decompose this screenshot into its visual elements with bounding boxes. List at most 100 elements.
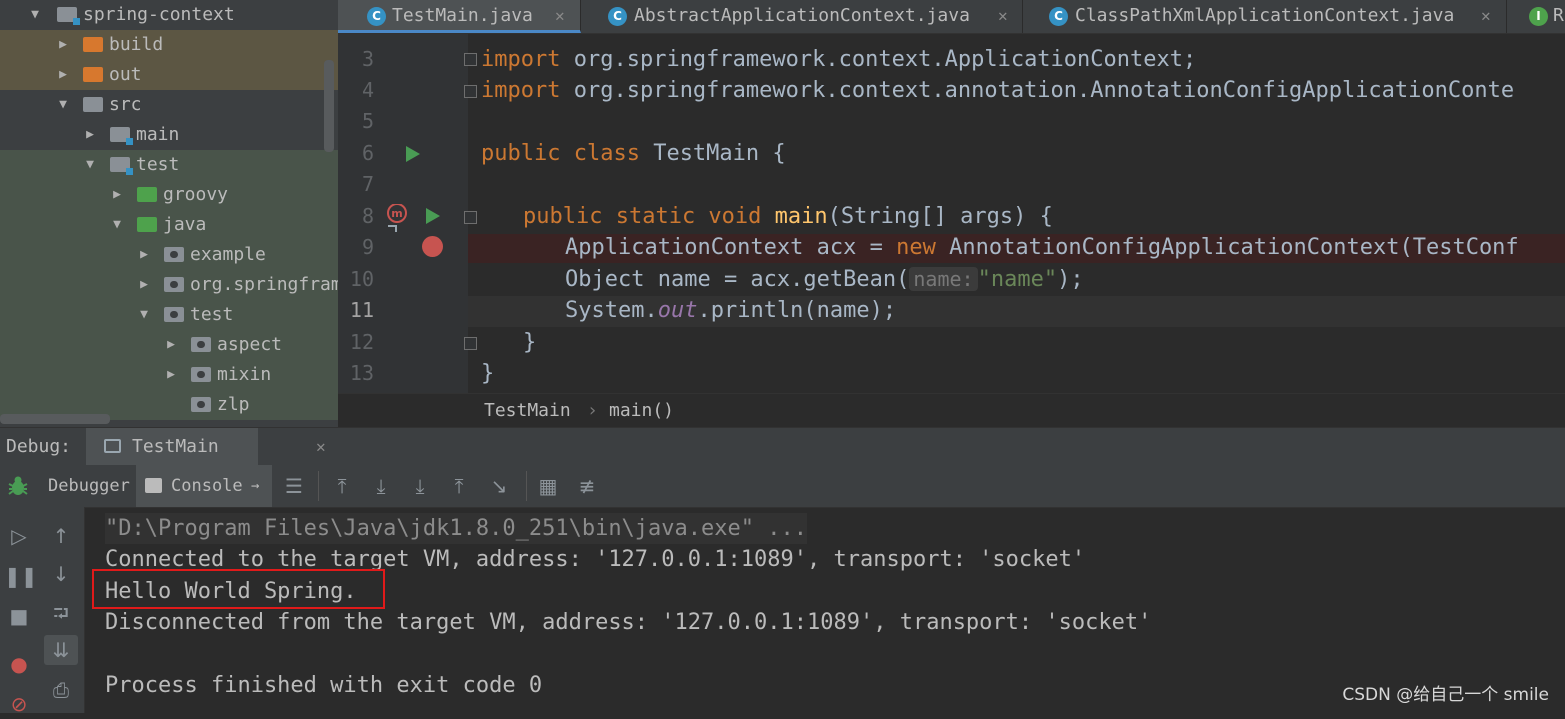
console-action-strip: ↑ ↓ ⮒ ⇊ ⎙ [38,507,85,713]
debug-bug-icon [8,476,28,495]
tab-debugger[interactable]: Debugger [40,465,134,507]
tab-testmain-java[interactable]: C TestMain.java ✕ [338,0,581,33]
evaluate-expression-icon[interactable]: ▦ [535,473,561,499]
fold-icon[interactable] [464,211,477,224]
code-line-current[interactable]: System.out.println(name); [565,295,896,326]
menu-icon[interactable]: ☰ [281,473,307,499]
class-icon: C [367,7,386,26]
tab-truncated[interactable]: I R [1507,0,1565,33]
resume-icon[interactable]: ▷ [4,521,34,551]
close-icon[interactable]: ✕ [998,0,1008,32]
tree-item-org-springframework[interactable]: ▶ org.springframew [0,270,338,300]
run-class-icon[interactable] [406,146,420,162]
tree-vertical-scrollbar[interactable] [324,60,334,152]
mute-breakpoints-icon[interactable]: ⊘ [4,689,34,719]
scroll-to-end-icon[interactable]: ⇊ [44,635,78,665]
code-text: ); [1057,267,1084,292]
chevron-right-icon[interactable]: ▶ [56,60,70,90]
tree-item-spring-context[interactable]: ▼ spring-context [0,0,338,30]
chevron-down-icon[interactable]: ▼ [28,0,42,30]
tree-horizontal-scrollbar[interactable] [0,414,110,424]
fold-icon[interactable] [464,85,477,98]
chevron-right-icon[interactable]: ▶ [137,240,151,270]
chevron-right-icon[interactable]: ▶ [137,270,151,300]
breadcrumb-method[interactable]: main() [609,394,674,428]
source-folder-icon [110,127,133,145]
chevron-down-icon[interactable]: ▼ [83,150,97,180]
tree-item-test-package[interactable]: ▼ test [0,300,338,330]
breadcrumb-class[interactable]: TestMain [484,394,571,428]
run-main-icon[interactable] [426,208,440,224]
code-text: (String[] args) { [827,204,1053,229]
close-icon[interactable]: ✕ [1481,0,1491,32]
pin-arrow-icon[interactable]: → [251,465,259,507]
pause-icon[interactable]: ❚❚ [4,561,38,591]
chevron-right-icon[interactable]: ▶ [110,180,124,210]
code-editor[interactable]: 3 4 5 6 7 8 9 10 11 12 13 m import org.s… [338,34,1565,393]
run-to-cursor-icon[interactable]: ↘ [486,473,512,499]
tree-item-java[interactable]: ▼ java [0,210,338,240]
chevron-down-icon[interactable]: ▼ [110,210,124,240]
code-line[interactable]: import org.springframework.context.Appli… [481,44,1196,75]
debug-title: Debug: [6,436,72,457]
console-line: "D:\Program Files\Java\jdk1.8.0_251\bin\… [105,513,807,544]
debug-session-tab[interactable]: TestMain ✕ [86,428,326,466]
step-into-icon[interactable]: ⤓ [407,473,433,499]
package-icon [191,397,211,412]
code-keyword: import [481,47,561,72]
line-number: 5 [361,109,374,133]
tree-item-groovy[interactable]: ▶ groovy [0,180,338,210]
watermark: CSDN @给自己一个 smile [1342,685,1549,705]
line-number: 9 [361,235,374,259]
scroll-up-icon[interactable]: ↑ [46,521,76,551]
scroll-down-icon[interactable]: ↓ [46,559,76,589]
stop-icon[interactable]: ■ [4,601,34,631]
chevron-right-icon[interactable]: ▶ [164,360,178,390]
tree-item-build[interactable]: ▶ build [0,30,338,60]
breadcrumb: TestMain › main() [338,393,1565,428]
code-line[interactable]: Object name = acx.getBean(name: "name"); [565,264,1084,295]
trace-icon[interactable]: ≢ [574,473,600,499]
tree-item-example[interactable]: ▶ example [0,240,338,270]
code-text: } [523,330,537,355]
tree-item-mixin[interactable]: ▶ mixin [0,360,338,390]
tree-item-label: test [190,304,234,325]
method-override-icon[interactable]: m [386,204,408,234]
code-line[interactable]: } [523,327,536,358]
close-icon[interactable]: ✕ [555,0,565,32]
code-line[interactable]: public class TestMain { [481,138,786,169]
chevron-right-icon[interactable]: ▶ [164,330,178,360]
tree-item-test[interactable]: ▼ test [0,150,338,180]
tab-console[interactable]: Console → [136,465,272,507]
code-line[interactable]: } [481,358,494,389]
abstract-class-icon: C [608,7,627,26]
soft-wrap-icon[interactable]: ⮒ [46,598,76,628]
fold-icon[interactable] [464,337,477,350]
tab-abstractapplicationcontext-java[interactable]: C AbstractApplicationContext.java ✕ [581,0,1023,33]
code-line[interactable]: public static void main(String[] args) { [523,201,1053,232]
tree-item-aspect[interactable]: ▶ aspect [0,330,338,360]
breakpoint-icon[interactable] [422,236,443,257]
view-breakpoints-icon[interactable]: ● [4,649,34,679]
line-number: 10 [349,267,374,291]
show-execution-point-icon[interactable]: ⤒ [329,473,355,499]
folder-icon [83,97,103,112]
tree-item-out[interactable]: ▶ out [0,60,338,90]
tree-item-src[interactable]: ▼ src [0,90,338,120]
step-over-icon[interactable]: ⤓ [368,473,394,499]
tab-classpathxmlapplicationcontext-java[interactable]: C ClassPathXmlApplicationContext.java ✕ [1023,0,1507,33]
code-line[interactable]: ApplicationContext acx = new AnnotationC… [565,232,1519,263]
code-line[interactable]: import org.springframework.context.annot… [481,75,1514,106]
chevron-down-icon[interactable]: ▼ [56,90,70,120]
tree-item-label: groovy [163,184,229,205]
chevron-right-icon[interactable]: ▶ [56,30,70,60]
close-icon[interactable]: ✕ [316,428,326,466]
step-out-icon[interactable]: ⤒ [446,473,472,499]
tree-item-main[interactable]: ▶ main [0,120,338,150]
chevron-right-icon[interactable]: ▶ [83,120,97,150]
fold-icon[interactable] [464,53,477,66]
toolbar-separator [318,471,319,501]
chevron-down-icon[interactable]: ▼ [137,300,151,330]
test-folder-icon [137,187,157,202]
print-icon[interactable]: ⎙ [46,675,76,705]
